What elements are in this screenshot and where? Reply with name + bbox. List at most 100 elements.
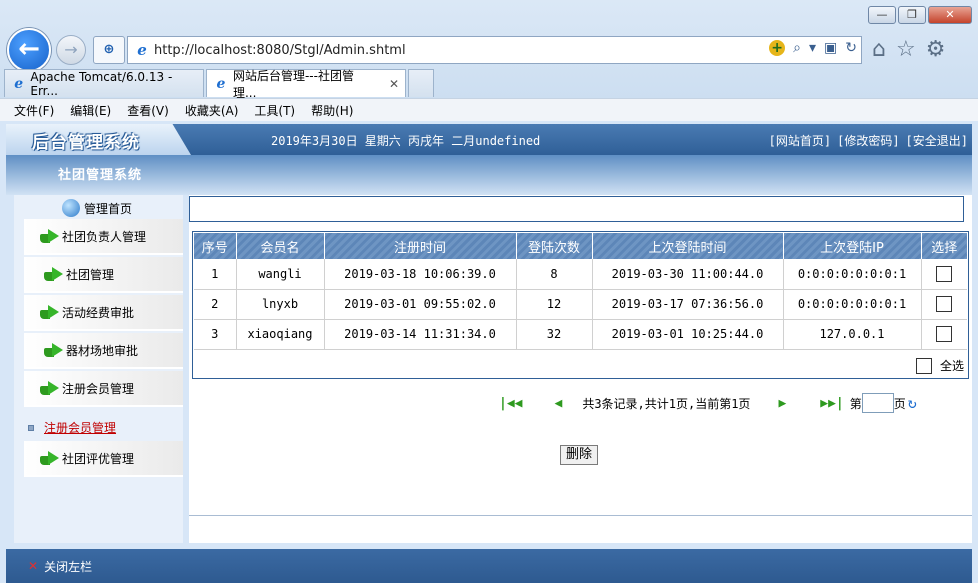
cell-last-login-ip: 0:0:0:0:0:0:0:1 bbox=[783, 259, 922, 290]
cell-index: 1 bbox=[194, 259, 237, 290]
select-all-checkbox[interactable] bbox=[915, 357, 932, 374]
menu-help[interactable]: 帮助(H) bbox=[311, 102, 353, 119]
sidebar-item-members[interactable]: 注册会员管理 bbox=[24, 371, 183, 407]
cell-last-login-ip: 0:0:0:0:0:0:0:1 bbox=[783, 289, 922, 320]
last-page-icon[interactable]: ▶▶| bbox=[820, 396, 843, 411]
ie-tab-icon: e bbox=[14, 75, 24, 92]
header-links: [网站首页] [修改密码] [安全退出] bbox=[769, 132, 968, 149]
row-checkbox[interactable] bbox=[936, 326, 953, 342]
sidebar-home[interactable]: 管理首页 bbox=[62, 199, 132, 217]
cell-select bbox=[921, 259, 967, 290]
prev-page-icon[interactable]: ◀ bbox=[554, 396, 562, 411]
menu-edit[interactable]: 编辑(E) bbox=[70, 102, 111, 119]
members-table: 序号 会员名 注册时间 登陆次数 上次登陆时间 上次登陆IP 选择 1 wang… bbox=[194, 233, 967, 350]
new-tab-button[interactable] bbox=[408, 69, 434, 97]
delete-button[interactable]: 删除 bbox=[560, 445, 598, 465]
cell-index: 3 bbox=[194, 319, 237, 350]
page-prefix: 第 bbox=[849, 396, 862, 411]
globe-icon bbox=[62, 199, 80, 217]
cell-last-login-time: 2019-03-30 11:00:44.0 bbox=[592, 259, 784, 290]
menu-tools[interactable]: 工具(T) bbox=[254, 102, 295, 119]
menu-file[interactable]: 文件(F) bbox=[14, 102, 54, 119]
row-checkbox[interactable] bbox=[936, 265, 953, 282]
cell-username: lnyxb bbox=[236, 289, 325, 320]
menu-bar: 文件(F) 编辑(E) 查看(V) 收藏夹(A) 工具(T) 帮助(H) bbox=[0, 98, 978, 121]
ie-tab-icon: e bbox=[216, 75, 226, 92]
pagination-summary: 共3条记录,共计1页,当前第1页 bbox=[582, 396, 751, 411]
sidebar-item-funding[interactable]: 活动经费审批 bbox=[24, 295, 183, 331]
addon-plus-icon[interactable]: + bbox=[769, 40, 786, 56]
menu-favorites[interactable]: 收藏夹(A) bbox=[185, 102, 239, 119]
search-icon[interactable]: ⌕ bbox=[793, 40, 801, 56]
back-arrow-icon[interactable]: ← bbox=[7, 28, 51, 72]
logout-link[interactable]: [安全退出] bbox=[906, 132, 968, 149]
sidebar-item-equipment[interactable]: 器材场地审批 bbox=[24, 333, 183, 369]
next-page-icon[interactable]: ▶ bbox=[778, 396, 786, 411]
green-arrow-icon bbox=[44, 267, 64, 281]
change-password-link[interactable]: [修改密码] bbox=[837, 132, 899, 149]
row-checkbox[interactable] bbox=[936, 296, 953, 312]
cell-last-login-time: 2019-03-01 10:25:44.0 bbox=[592, 319, 784, 350]
window-controls: — ❐ ✕ bbox=[868, 6, 972, 24]
cell-login-count: 12 bbox=[516, 289, 593, 320]
first-page-icon[interactable]: |◀◀ bbox=[499, 396, 522, 411]
column-header: 注册时间 bbox=[324, 233, 517, 259]
address-bar[interactable]: e http://localhost:8080/Stgl/Admin.shtml… bbox=[127, 36, 862, 64]
column-header: 会员名 bbox=[236, 233, 325, 259]
table-row: 3 xiaoqiang 2019-03-14 11:31:34.0 32 201… bbox=[194, 319, 967, 350]
minimize-button[interactable]: — bbox=[868, 6, 896, 24]
browser-chrome: — ❐ ✕ ← → ⊕ e http://localhost:8080/Stgl… bbox=[0, 0, 978, 121]
toolbar-right-icons: ⌂ ☆ ⚙ bbox=[872, 36, 945, 64]
refresh-icon[interactable]: ↻ bbox=[845, 40, 857, 56]
tab-title: Apache Tomcat/6.0.13 - Err... bbox=[30, 69, 173, 98]
sidebar-item-label: 注册会员管理 bbox=[62, 381, 135, 396]
pagination: |◀◀ ◀ 共3条记录,共计1页,当前第1页 ▶ ▶▶| 第 页 ↻ bbox=[499, 393, 917, 413]
compat-icon[interactable]: ▣ bbox=[824, 40, 837, 56]
sidebar-item-label: 社团负责人管理 bbox=[62, 229, 147, 244]
content-divider bbox=[189, 515, 972, 517]
close-x-icon[interactable]: ✕ bbox=[28, 559, 38, 573]
sidebar-item-club-leader[interactable]: 社团负责人管理 bbox=[24, 219, 183, 255]
footer-bar: ✕ 关闭左栏 bbox=[6, 549, 972, 583]
tab-title: 网站后台管理---社团管理... bbox=[232, 68, 354, 100]
site-home-link[interactable]: [网站首页] bbox=[769, 132, 831, 149]
column-header: 登陆次数 bbox=[516, 233, 593, 259]
table-row: 2 lnyxb 2019-03-01 09:55:02.0 12 2019-03… bbox=[194, 289, 967, 320]
page-body: 后台管理系统 2019年3月30日 星期六 丙戌年 二月undefined [网… bbox=[0, 121, 978, 583]
page-number-input[interactable] bbox=[861, 393, 894, 413]
dropdown-arrow-icon[interactable]: ▾ bbox=[809, 40, 816, 56]
cell-login-count: 8 bbox=[516, 259, 593, 290]
favorites-star-icon[interactable]: ☆ bbox=[896, 36, 916, 64]
tab-admin[interactable]: e 网站后台管理---社团管理... ✕ bbox=[206, 69, 406, 100]
settings-gear-icon[interactable]: ⚙ bbox=[926, 36, 946, 64]
select-all: 全选 bbox=[915, 357, 964, 374]
maximize-button[interactable]: ❐ bbox=[898, 6, 926, 24]
address-url[interactable]: http://localhost:8080/Stgl/Admin.shtml bbox=[154, 43, 406, 58]
close-window-button[interactable]: ✕ bbox=[928, 6, 972, 24]
green-arrow-icon bbox=[40, 305, 60, 319]
main-content: 序号 会员名 注册时间 登陆次数 上次登陆时间 上次登陆IP 选择 1 wang… bbox=[189, 195, 972, 543]
go-refresh-icon[interactable]: ↻ bbox=[908, 394, 917, 412]
sidebar-item-label: 器材场地审批 bbox=[66, 343, 139, 358]
page-suffix: 页 bbox=[893, 396, 906, 411]
sidebar: 管理首页 社团负责人管理 社团管理 活动经费审批 器材场地审批 注册会员管理 注… bbox=[14, 195, 183, 543]
cell-username: wangli bbox=[236, 259, 325, 290]
sidebar-item-label: 活动经费审批 bbox=[62, 305, 135, 320]
logo-text: 后台管理系统 bbox=[32, 133, 140, 153]
green-arrow-icon bbox=[40, 229, 60, 243]
sidebar-sub-members-link[interactable]: 注册会员管理 bbox=[28, 419, 116, 436]
tab-tomcat[interactable]: e Apache Tomcat/6.0.13 - Err... bbox=[4, 69, 204, 98]
tab-close-icon[interactable]: ✕ bbox=[389, 77, 399, 91]
sidebar-item-awards[interactable]: 社团评优管理 bbox=[24, 441, 183, 477]
compat-view-icon[interactable]: ⊕ bbox=[93, 36, 125, 64]
sidebar-sub-label: 注册会员管理 bbox=[44, 421, 117, 435]
sidebar-item-club[interactable]: 社团管理 bbox=[24, 257, 183, 293]
members-table-frame: 序号 会员名 注册时间 登陆次数 上次登陆时间 上次登陆IP 选择 1 wang… bbox=[192, 231, 969, 379]
title-frame bbox=[189, 196, 964, 222]
forward-arrow-icon[interactable]: → bbox=[56, 35, 86, 65]
menu-view[interactable]: 查看(V) bbox=[127, 102, 169, 119]
table-row: 1 wangli 2019-03-18 10:06:39.0 8 2019-03… bbox=[194, 259, 967, 290]
green-arrow-icon bbox=[44, 343, 64, 357]
close-left-panel-link[interactable]: 关闭左栏 bbox=[44, 558, 92, 575]
home-icon[interactable]: ⌂ bbox=[872, 36, 886, 64]
